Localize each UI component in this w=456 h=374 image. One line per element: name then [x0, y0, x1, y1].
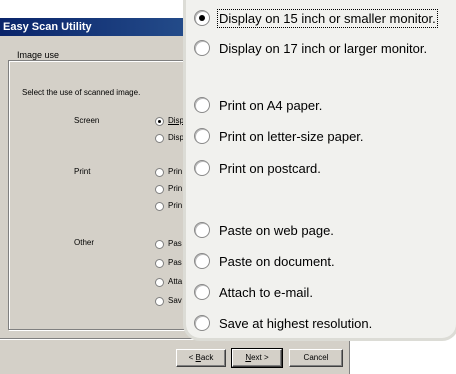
- category-screen: Screen: [74, 116, 100, 125]
- radio-option-5[interactable]: [155, 202, 164, 211]
- zoom-option-print-a4[interactable]: Print on A4 paper.: [194, 95, 322, 115]
- zoom-callout-panel: Display on 15 inch or smaller monitor. D…: [186, 0, 456, 338]
- zoom-option-label: Print on postcard.: [219, 160, 321, 176]
- zoom-option-label: Attach to e-mail.: [219, 284, 313, 300]
- zoom-option-label: Display on 17 inch or larger monitor.: [219, 40, 428, 56]
- option-label-5: Prin: [168, 201, 183, 210]
- radio-option-8[interactable]: [155, 278, 164, 287]
- zoom-option-label: Save at highest resolution.: [219, 315, 373, 331]
- zoom-option-web-page[interactable]: Paste on web page.: [194, 220, 334, 240]
- next-button[interactable]: Next >: [231, 348, 283, 368]
- zoom-option-highest-res[interactable]: Save at highest resolution.: [194, 313, 372, 333]
- zoom-option-display-15[interactable]: Display on 15 inch or smaller monitor.: [194, 8, 438, 28]
- radio-option-9[interactable]: [155, 297, 164, 306]
- radio-icon[interactable]: [194, 128, 210, 144]
- zoom-option-label: Paste on web page.: [219, 222, 334, 238]
- option-label-9: Sav: [168, 296, 182, 305]
- radio-icon[interactable]: [194, 315, 210, 331]
- radio-icon[interactable]: [194, 253, 210, 269]
- radio-icon[interactable]: [194, 160, 210, 176]
- radio-option-4[interactable]: [155, 185, 164, 194]
- zoom-option-email[interactable]: Attach to e-mail.: [194, 282, 313, 302]
- category-print: Print: [74, 167, 91, 176]
- back-button[interactable]: < Back: [176, 349, 226, 367]
- radio-icon[interactable]: [194, 222, 210, 238]
- option-label-4: Prin: [168, 184, 183, 193]
- radio-selected-icon[interactable]: [194, 10, 210, 26]
- radio-option-1[interactable]: [155, 117, 164, 126]
- radio-option-3[interactable]: [155, 168, 164, 177]
- radio-option-7[interactable]: [155, 259, 164, 268]
- zoom-option-label: Paste on document.: [219, 253, 335, 269]
- radio-option-2[interactable]: [155, 134, 164, 143]
- radio-icon[interactable]: [194, 97, 210, 113]
- option-label-7: Pas: [168, 258, 182, 267]
- radio-icon[interactable]: [194, 284, 210, 300]
- cancel-button[interactable]: Cancel: [289, 349, 343, 367]
- option-label-3: Prin: [168, 167, 183, 176]
- option-label-2: Disp: [168, 133, 185, 142]
- button-separator: [0, 338, 350, 340]
- radio-icon[interactable]: [194, 40, 210, 56]
- group-label: Image use: [15, 50, 62, 60]
- option-label-6: Pas: [168, 239, 182, 248]
- zoom-option-print-letter[interactable]: Print on letter-size paper.: [194, 126, 364, 146]
- instruction-text: Select the use of scanned image.: [22, 88, 141, 97]
- option-label-1: Disp: [168, 116, 185, 125]
- zoom-option-print-postcard[interactable]: Print on postcard.: [194, 158, 321, 178]
- zoom-option-document[interactable]: Paste on document.: [194, 251, 335, 271]
- zoom-option-display-17[interactable]: Display on 17 inch or larger monitor.: [194, 38, 427, 58]
- option-label-8: Atta: [168, 277, 183, 286]
- category-other: Other: [74, 238, 95, 247]
- zoom-option-label: Print on letter-size paper.: [219, 128, 364, 144]
- radio-option-6[interactable]: [155, 240, 164, 249]
- zoom-option-label: Display on 15 inch or smaller monitor.: [217, 8, 438, 28]
- zoom-option-label: Print on A4 paper.: [219, 97, 323, 113]
